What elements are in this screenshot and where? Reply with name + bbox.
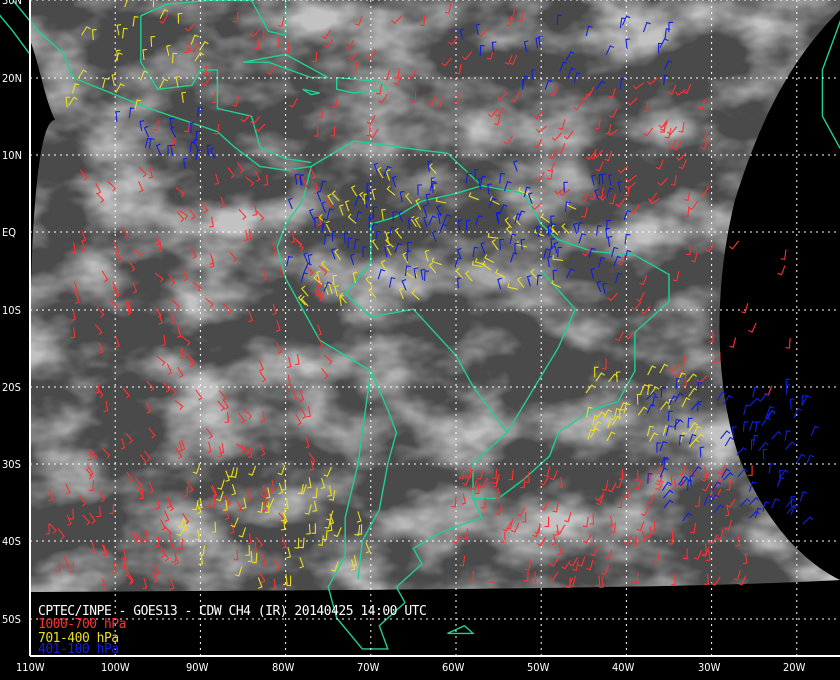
lon-label: 60W (442, 661, 465, 674)
wind-barb (752, 434, 759, 446)
legend-high-level: 401-100 hPa (38, 642, 119, 657)
wind-barb (749, 397, 761, 406)
wind-barb (784, 441, 796, 450)
wind-barb (784, 430, 791, 441)
wind-barb (762, 448, 768, 460)
satellite-image (30, 0, 840, 592)
wind-barb (761, 416, 772, 427)
wind-barb (736, 446, 747, 456)
lon-label: 80W (271, 661, 294, 674)
wind-barb (748, 465, 753, 476)
wind-barb (752, 386, 759, 398)
lat-label: 30S (2, 458, 21, 471)
wind-barb (771, 498, 780, 509)
wind-barb (729, 337, 737, 348)
coastline (821, 19, 840, 150)
lat-label: 40S (2, 535, 21, 548)
wind-barb (785, 384, 791, 396)
lon-label: 40W (612, 661, 635, 674)
lon-label: 30W (697, 661, 720, 674)
wind-barb (810, 425, 820, 436)
lon-label: 110W (16, 661, 45, 674)
lon-label: 20W (782, 661, 806, 674)
wind-barb (731, 426, 737, 438)
lat-label: 50S (2, 613, 21, 626)
map-canvas (0, 0, 840, 657)
wind-barb (776, 476, 785, 488)
wind-barb (742, 421, 749, 432)
wind-barb (802, 394, 812, 405)
wind-barb (796, 453, 806, 464)
coastline (0, 14, 31, 55)
wind-barb (793, 407, 802, 419)
wind-barb (771, 430, 782, 440)
wind-barb (741, 303, 749, 314)
lon-label: 50W (527, 661, 550, 674)
wind-barb (777, 265, 786, 276)
wind-barb (759, 392, 770, 403)
wind-barb (789, 398, 795, 410)
lat-label: EQ (2, 226, 17, 239)
lat-label: 10N (2, 149, 23, 162)
wind-barb (755, 421, 761, 432)
wind-barb (768, 463, 775, 474)
wind-barb (743, 404, 751, 416)
coastline (447, 625, 475, 635)
wind-barb (748, 322, 757, 333)
lon-label: 70W (356, 661, 380, 674)
satellite-map: 30N 20N 10N EQ 10S 20S 30S 40S 50S 110W 100W 90W 80… (0, 0, 840, 680)
wind-barb (805, 454, 815, 465)
wind-barb (802, 516, 814, 525)
lon-label: 90W (186, 661, 209, 674)
wind-barb (799, 491, 808, 502)
wind-barb (780, 249, 787, 260)
legend-low-level: 1000-700 hPa (38, 617, 126, 632)
lon-label: 100W (101, 661, 130, 674)
lat-label: 20N (2, 72, 23, 85)
wind-barb (728, 240, 740, 250)
wind-barb (785, 337, 791, 349)
lat-label: 20S (2, 381, 21, 394)
lat-label: 10S (2, 304, 21, 317)
lat-label: 30N (2, 0, 23, 7)
